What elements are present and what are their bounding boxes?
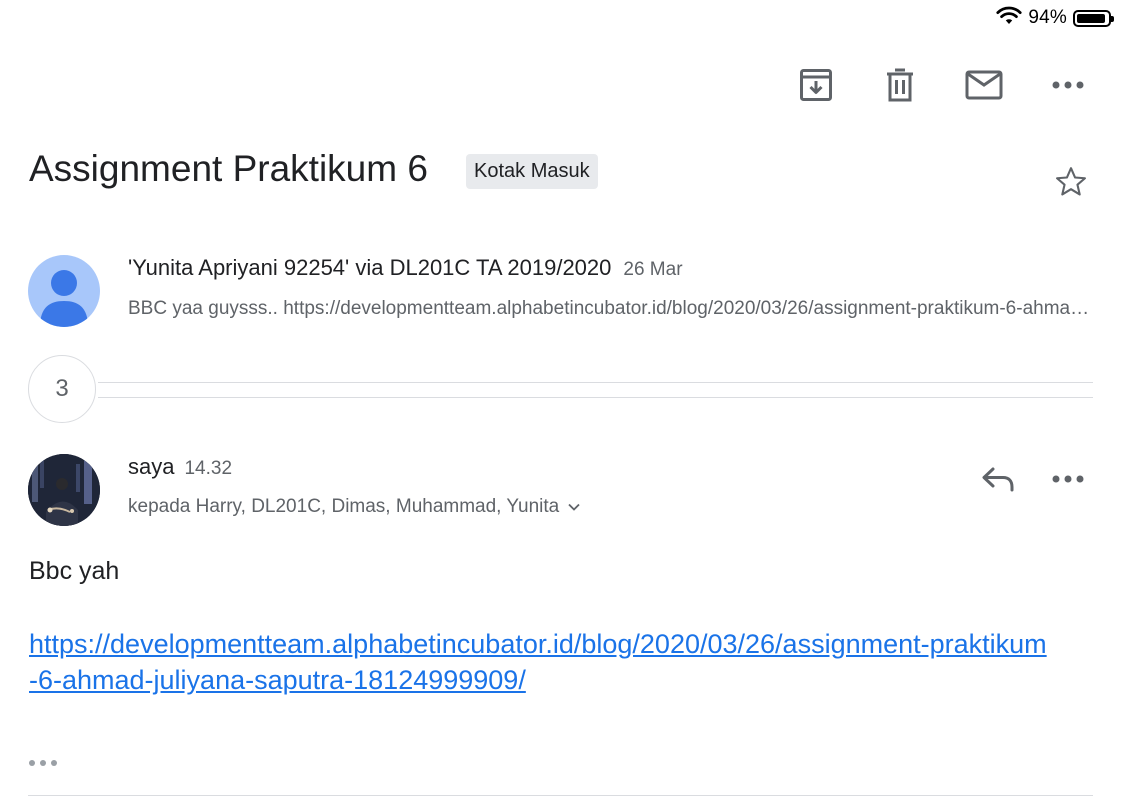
message-snippet: BBC yaa guysss.. https://developmentteam…	[128, 298, 1091, 319]
archive-button[interactable]	[793, 62, 839, 108]
sender-name: saya	[128, 454, 175, 479]
more-horizontal-icon	[1052, 475, 1084, 483]
battery-icon	[1073, 9, 1114, 27]
avatar	[28, 454, 100, 526]
message-time: 14.32	[184, 458, 233, 479]
divider	[28, 795, 1093, 796]
reply-button[interactable]	[975, 456, 1021, 502]
more-horizontal-icon	[1052, 81, 1084, 89]
message-sender: 'Yunita Apriyani 92254' via DL201C TA 20…	[128, 255, 683, 281]
message-item-collapsed[interactable]: 'Yunita Apriyani 92254' via DL201C TA 20…	[28, 253, 1091, 329]
mail-icon	[965, 70, 1003, 100]
profile-photo	[28, 454, 100, 526]
message-body-link[interactable]: https://developmentteam.alphabetincubato…	[29, 626, 1049, 698]
status-bar: 94%	[996, 6, 1114, 31]
star-button[interactable]	[1051, 162, 1091, 202]
archive-icon	[800, 69, 832, 101]
message-item-expanded: saya 14.32 kepada Harry, DL201C, Dimas, M…	[28, 452, 1091, 532]
show-trimmed-content-button[interactable]	[28, 750, 64, 776]
mark-unread-button[interactable]	[961, 62, 1007, 108]
recipients-text: kepada Harry, DL201C, Dimas, Muhammad, Y…	[128, 496, 560, 517]
delete-button[interactable]	[877, 62, 923, 108]
message-date: 26 Mar	[623, 259, 683, 280]
battery-percentage: 94%	[1028, 7, 1067, 28]
wifi-icon	[996, 6, 1022, 31]
message-sender: saya 14.32	[128, 454, 232, 480]
recipients-toggle[interactable]: kepada Harry, DL201C, Dimas, Muhammad, Y…	[128, 496, 581, 518]
message-more-button[interactable]	[1045, 456, 1091, 502]
battery-fill	[1077, 13, 1106, 23]
more-options-button[interactable]	[1045, 62, 1091, 108]
avatar	[28, 255, 100, 327]
inbox-label-chip[interactable]: Kotak Masuk	[466, 154, 598, 189]
message-body-text: Bbc yah	[29, 557, 120, 585]
star-icon	[1056, 167, 1086, 196]
reply-icon	[982, 467, 1014, 492]
collapsed-messages[interactable]: 3	[28, 355, 1093, 427]
divider	[98, 397, 1093, 398]
person-icon	[40, 270, 88, 327]
chevron-down-icon	[568, 503, 580, 511]
sender-name: 'Yunita Apriyani 92254' via DL201C TA 20…	[128, 255, 612, 280]
subject-row: Assignment Praktikum 6 Kotak Masuk	[29, 148, 1091, 198]
collapsed-count-badge[interactable]: 3	[28, 355, 96, 423]
more-horizontal-icon	[29, 760, 57, 766]
divider	[98, 382, 1093, 383]
trash-icon	[887, 68, 913, 102]
email-subject: Assignment Praktikum 6	[29, 148, 428, 189]
message-toolbar	[755, 62, 1091, 108]
